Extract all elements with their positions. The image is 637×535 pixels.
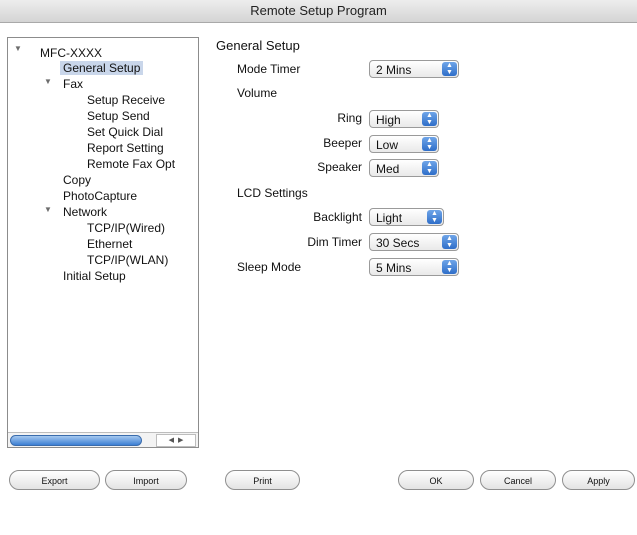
dim-timer-label: Dim Timer bbox=[307, 235, 362, 249]
beeper-value: Low bbox=[376, 138, 399, 152]
speaker-label: Speaker bbox=[317, 160, 362, 174]
backlight-select[interactable]: Light ▲ ▼ bbox=[369, 208, 444, 226]
ring-value: High bbox=[376, 113, 401, 127]
tree-item-setup-send[interactable]: Setup Send bbox=[87, 108, 150, 124]
backlight-value: Light bbox=[376, 211, 403, 225]
tree-item-general-setup[interactable]: General Setup bbox=[60, 60, 144, 76]
ok-button[interactable]: OK bbox=[398, 470, 474, 490]
tree-item-ethernet[interactable]: Ethernet bbox=[87, 236, 132, 252]
tree-item-initial-setup[interactable]: Initial Setup bbox=[63, 268, 126, 284]
stepper-arrows-icon: ▲ ▼ bbox=[422, 112, 437, 126]
settings-tree[interactable]: ▼ MFC-XXXX General Setup ▼ Fax Setup Rec… bbox=[7, 37, 199, 448]
dim-timer-select[interactable]: 30 Secs ▲ ▼ bbox=[369, 233, 459, 251]
tree-item-fax[interactable]: Fax bbox=[63, 76, 83, 92]
ring-label: Ring bbox=[337, 111, 362, 125]
expand-triangle-icon[interactable]: ▼ bbox=[44, 205, 52, 214]
tree-item-photocapture[interactable]: PhotoCapture bbox=[63, 188, 137, 204]
sleep-mode-value: 5 Mins bbox=[376, 261, 412, 275]
dim-timer-value: 30 Secs bbox=[376, 236, 420, 250]
tree-item-tcpip-wired[interactable]: TCP/IP(Wired) bbox=[87, 220, 165, 236]
speaker-select[interactable]: Med ▲ ▼ bbox=[369, 159, 439, 177]
stepper-arrows-icon: ▲ ▼ bbox=[442, 260, 457, 274]
tree-item-set-quick-dial[interactable]: Set Quick Dial bbox=[87, 124, 163, 140]
ring-select[interactable]: High ▲ ▼ bbox=[369, 110, 439, 128]
beeper-label: Beeper bbox=[323, 136, 362, 150]
horizontal-scrollbar[interactable]: ◀ ▶ bbox=[8, 432, 198, 447]
lcd-settings-label: LCD Settings bbox=[237, 186, 308, 200]
scroll-arrows-icon[interactable]: ◀ ▶ bbox=[156, 434, 196, 447]
expand-triangle-icon[interactable]: ▼ bbox=[44, 77, 52, 86]
tree-item-general-setup-label: General Setup bbox=[60, 61, 144, 75]
scrollbar-thumb[interactable] bbox=[10, 435, 142, 446]
import-button[interactable]: Import bbox=[105, 470, 187, 490]
mode-timer-label: Mode Timer bbox=[237, 62, 301, 76]
cancel-button[interactable]: Cancel bbox=[480, 470, 556, 490]
beeper-select[interactable]: Low ▲ ▼ bbox=[369, 135, 439, 153]
mode-timer-value: 2 Mins bbox=[376, 63, 412, 77]
window-title: Remote Setup Program bbox=[0, 0, 637, 23]
sleep-mode-select[interactable]: 5 Mins ▲ ▼ bbox=[369, 258, 459, 276]
tree-item-copy[interactable]: Copy bbox=[63, 172, 91, 188]
tree-item-remote-fax-opt[interactable]: Remote Fax Opt bbox=[87, 156, 175, 172]
sleep-mode-label: Sleep Mode bbox=[237, 260, 302, 274]
tree-item-tcpip-wlan[interactable]: TCP/IP(WLAN) bbox=[87, 252, 168, 268]
export-button[interactable]: Export bbox=[9, 470, 100, 490]
tree-item-network[interactable]: Network bbox=[63, 204, 107, 220]
stepper-arrows-icon: ▲ ▼ bbox=[442, 62, 457, 76]
stepper-arrows-icon: ▲ ▼ bbox=[427, 210, 442, 224]
tree-item-mfc[interactable]: MFC-XXXX bbox=[40, 45, 102, 61]
stepper-arrows-icon: ▲ ▼ bbox=[442, 235, 457, 249]
print-button[interactable]: Print bbox=[225, 470, 300, 490]
speaker-value: Med bbox=[376, 162, 400, 176]
apply-button[interactable]: Apply bbox=[562, 470, 635, 490]
stepper-arrows-icon: ▲ ▼ bbox=[422, 161, 437, 175]
tree-item-report-setting[interactable]: Report Setting bbox=[87, 140, 164, 156]
backlight-label: Backlight bbox=[313, 210, 362, 224]
stepper-arrows-icon: ▲ ▼ bbox=[422, 137, 437, 151]
volume-label: Volume bbox=[237, 86, 278, 100]
panel-title: General Setup bbox=[216, 38, 300, 53]
tree-item-setup-receive[interactable]: Setup Receive bbox=[87, 92, 165, 108]
expand-triangle-icon[interactable]: ▼ bbox=[14, 44, 22, 53]
mode-timer-select[interactable]: 2 Mins ▲ ▼ bbox=[369, 60, 459, 78]
